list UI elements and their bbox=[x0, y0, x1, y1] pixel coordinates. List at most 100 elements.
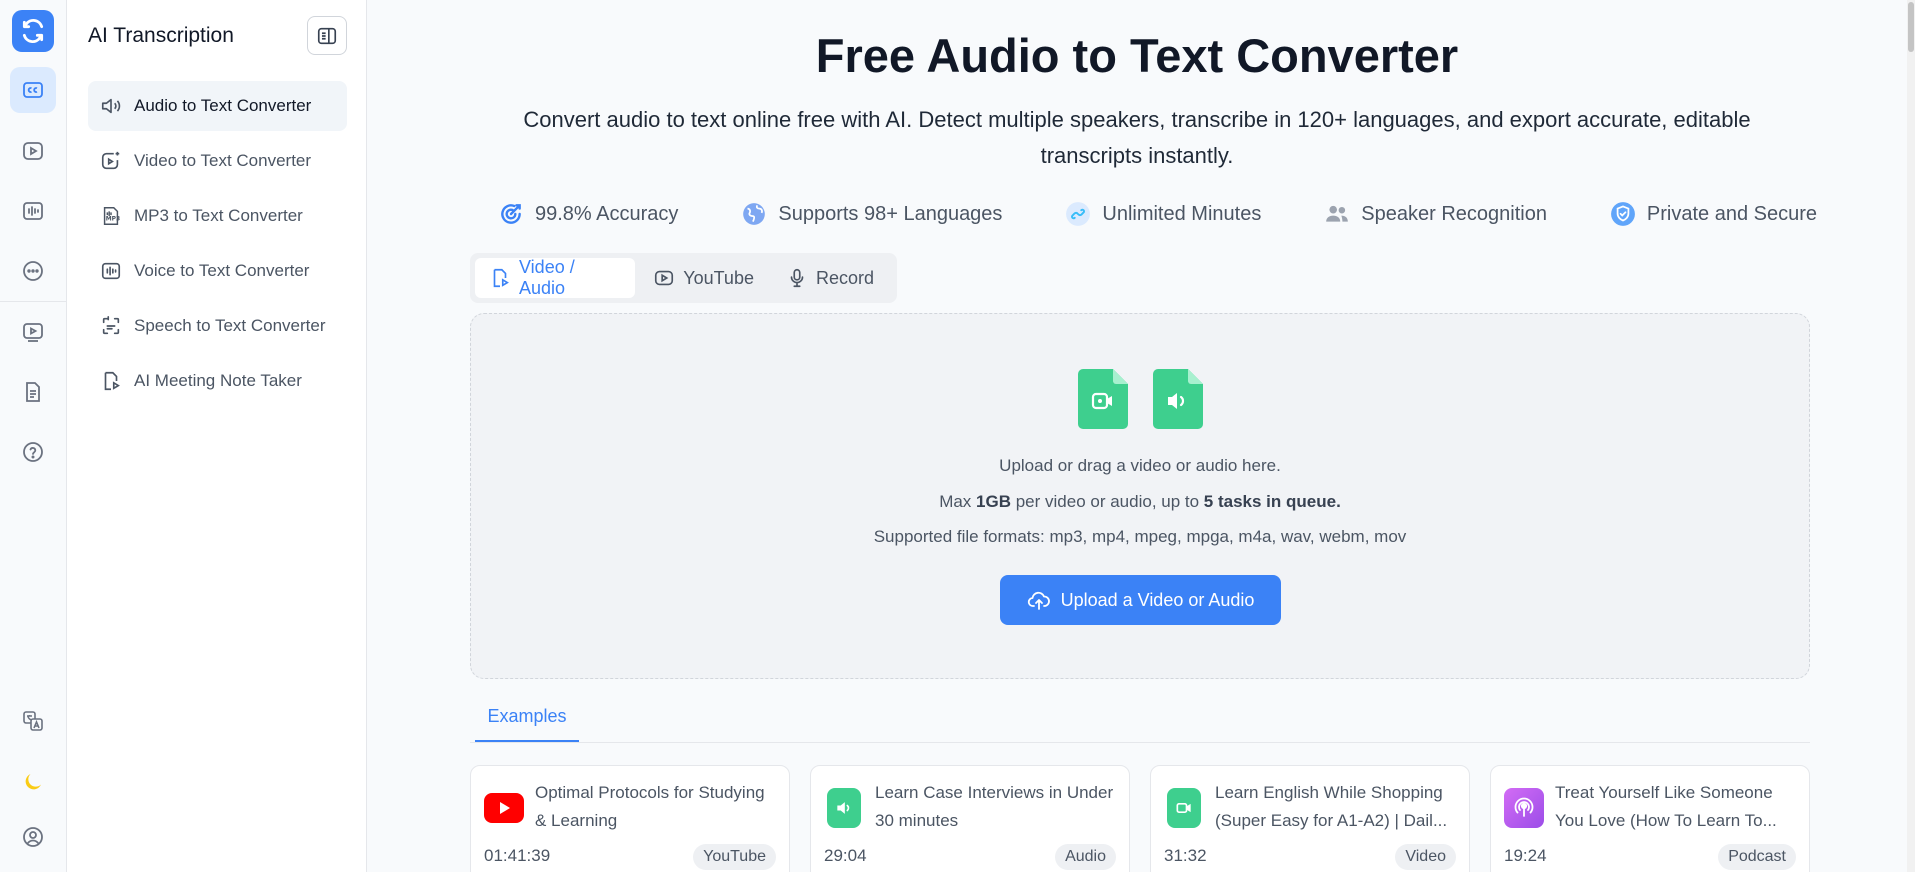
file-type-icons bbox=[471, 369, 1809, 429]
rail-account-icon[interactable] bbox=[10, 814, 56, 860]
example-title: Treat Yourself Like Someone You Love (Ho… bbox=[1555, 783, 1777, 830]
feature-speaker-recognition: Speaker Recognition bbox=[1323, 200, 1547, 228]
feature-label: Unlimited Minutes bbox=[1102, 202, 1262, 225]
sidebar-item-voice-to-text[interactable]: Voice to Text Converter bbox=[88, 246, 347, 296]
limits-mid: per video or audio, up to bbox=[1011, 492, 1204, 511]
example-type-badge: Video bbox=[1395, 844, 1456, 870]
feature-label: 99.8% Accuracy bbox=[535, 202, 679, 225]
example-card[interactable]: Learn English While Shopping (Super Easy… bbox=[1150, 765, 1470, 872]
icon-rail bbox=[0, 0, 67, 872]
rail-translate-icon[interactable] bbox=[10, 698, 56, 744]
app-logo-icon[interactable] bbox=[12, 10, 54, 52]
limits-tasks: 5 tasks in queue. bbox=[1203, 492, 1341, 511]
video-sparkle-icon bbox=[98, 148, 124, 174]
sidebar-item-mp3-to-text[interactable]: MP3 MP3 to Text Converter bbox=[88, 191, 347, 241]
tab-examples[interactable]: Examples bbox=[475, 692, 579, 742]
page-title: Free Audio to Text Converter bbox=[815, 29, 1459, 82]
tab-record[interactable]: Record bbox=[772, 258, 888, 298]
example-title: Optimal Protocols for Studying & Learnin… bbox=[535, 783, 765, 830]
svg-text:MP3: MP3 bbox=[106, 216, 120, 223]
target-icon bbox=[497, 200, 525, 228]
rail-more-icon[interactable] bbox=[10, 248, 56, 294]
mp3-file-icon: MP3 bbox=[98, 203, 124, 229]
shield-check-icon bbox=[1609, 200, 1637, 228]
rail-help-icon[interactable] bbox=[10, 429, 56, 475]
rail-dark-mode-moon-icon[interactable] bbox=[10, 759, 56, 805]
audio-file-icon bbox=[1152, 369, 1203, 429]
page-scrollbar[interactable] bbox=[1907, 0, 1915, 872]
sidebar-item-label: Speech to Text Converter bbox=[134, 316, 326, 335]
sidebar-item-audio-to-text[interactable]: Audio to Text Converter bbox=[88, 81, 347, 131]
tab-label: Record bbox=[815, 267, 874, 288]
sidebar-collapse-button[interactable] bbox=[307, 16, 347, 55]
rail-audio-wave-icon[interactable] bbox=[10, 188, 56, 234]
infinity-icon bbox=[1064, 200, 1092, 228]
rail-video-player-icon[interactable] bbox=[10, 309, 56, 355]
podcast-icon bbox=[1504, 788, 1544, 828]
sidebar-item-label: Audio to Text Converter bbox=[134, 96, 312, 115]
example-card[interactable]: Optimal Protocols for Studying & Learnin… bbox=[470, 765, 790, 872]
file-media-icon bbox=[489, 267, 511, 289]
source-tabs: Video / Audio YouTube Record bbox=[470, 253, 897, 303]
feature-label: Speaker Recognition bbox=[1361, 202, 1547, 225]
example-type-badge: Podcast bbox=[1718, 844, 1796, 870]
sidebar-item-label: AI Meeting Note Taker bbox=[134, 371, 302, 390]
feature-private-secure: Private and Secure bbox=[1609, 200, 1817, 228]
rail-divider bbox=[0, 301, 67, 302]
cloud-upload-icon bbox=[1027, 588, 1051, 612]
youtube-outline-icon bbox=[653, 267, 675, 289]
sidebar-toggle-icon bbox=[317, 27, 337, 44]
sidebar: AI Transcription Audio to Text Converter… bbox=[67, 0, 367, 872]
tab-label: Video / Audio bbox=[519, 257, 575, 298]
sidebar-item-video-to-text[interactable]: Video to Text Converter bbox=[88, 136, 347, 186]
example-type-badge: YouTube bbox=[693, 844, 776, 870]
sidebar-item-speech-to-text[interactable]: Speech to Text Converter bbox=[88, 301, 347, 351]
example-duration: 31:32 bbox=[1164, 846, 1207, 865]
microphone-icon bbox=[786, 267, 808, 289]
rail-transcription-icon[interactable] bbox=[10, 67, 56, 113]
voice-wave-icon bbox=[98, 258, 124, 284]
feature-languages: Supports 98+ Languages bbox=[740, 200, 1002, 228]
example-duration: 29:04 bbox=[824, 846, 867, 865]
rail-video-icon[interactable] bbox=[10, 128, 56, 174]
example-duration: 01:41:39 bbox=[484, 846, 551, 865]
upload-limits: Max 1GB per video or audio, up to 5 task… bbox=[471, 492, 1809, 512]
examples-divider bbox=[470, 742, 1810, 743]
audio-file-icon bbox=[827, 788, 861, 828]
sidebar-item-label: Voice to Text Converter bbox=[134, 261, 310, 280]
sidebar-item-label: MP3 to Text Converter bbox=[134, 206, 303, 225]
feature-label: Supports 98+ Languages bbox=[778, 202, 1003, 225]
example-duration: 19:24 bbox=[1504, 846, 1547, 865]
example-title: Learn Case Interviews in Under 30 minute… bbox=[875, 783, 1114, 830]
sidebar-nav: Audio to Text Converter Video to Text Co… bbox=[88, 81, 347, 411]
sidebar-title: AI Transcription bbox=[88, 24, 234, 47]
main-content: Free Audio to Text Converter Convert aud… bbox=[367, 0, 1915, 872]
scrollbar-thumb[interactable] bbox=[1908, 2, 1914, 52]
page-subtitle: Convert audio to text online free with A… bbox=[523, 107, 1751, 168]
youtube-icon bbox=[484, 793, 524, 823]
upload-dropzone[interactable]: Upload or drag a video or audio here. Ma… bbox=[470, 313, 1810, 679]
example-card[interactable]: Treat Yourself Like Someone You Love (Ho… bbox=[1490, 765, 1810, 872]
sidebar-item-label: Video to Text Converter bbox=[134, 151, 312, 170]
speech-frame-icon bbox=[98, 313, 124, 339]
feature-label: Private and Secure bbox=[1646, 202, 1817, 225]
tab-label: YouTube bbox=[683, 267, 754, 288]
video-file-icon bbox=[1167, 788, 1201, 828]
limits-prefix: Max bbox=[939, 492, 977, 511]
video-file-icon bbox=[1077, 369, 1128, 429]
example-title: Learn English While Shopping (Super Easy… bbox=[1215, 783, 1448, 830]
tab-youtube[interactable]: YouTube bbox=[639, 258, 768, 298]
tab-video-audio[interactable]: Video / Audio bbox=[475, 257, 636, 298]
meeting-note-icon bbox=[98, 368, 124, 394]
sidebar-item-meeting-note-taker[interactable]: AI Meeting Note Taker bbox=[88, 356, 347, 406]
rail-document-icon[interactable] bbox=[10, 369, 56, 415]
supported-formats: Supported file formats: mp3, mp4, mpeg, … bbox=[873, 527, 1407, 546]
example-card[interactable]: Learn Case Interviews in Under 30 minute… bbox=[810, 765, 1130, 872]
feature-list: 99.8% Accuracy Supports 98+ Languages Un… bbox=[497, 200, 1817, 228]
example-type-badge: Audio bbox=[1055, 844, 1116, 870]
globe-icon bbox=[740, 200, 768, 228]
upload-button[interactable]: Upload a Video or Audio bbox=[1000, 575, 1281, 625]
app-root: AI Transcription Audio to Text Converter… bbox=[0, 0, 1915, 872]
limits-size: 1GB bbox=[976, 492, 1011, 511]
feature-accuracy: 99.8% Accuracy bbox=[497, 200, 678, 228]
